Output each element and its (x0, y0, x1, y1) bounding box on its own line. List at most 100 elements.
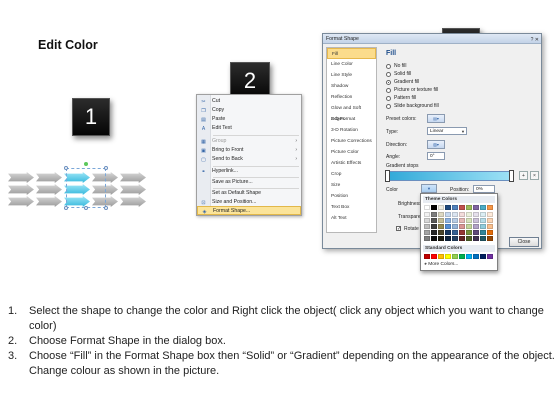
theme-color-swatch[interactable] (438, 205, 444, 210)
menu-item-save-as-picture[interactable]: Save as Picture... (197, 178, 301, 187)
theme-shade-swatch[interactable] (466, 218, 472, 223)
radio-button[interactable] (386, 103, 391, 109)
radio-button[interactable] (386, 95, 391, 101)
theme-color-swatch[interactable] (445, 205, 451, 210)
theme-shade-swatch[interactable] (452, 218, 458, 223)
nav-item-text-box[interactable]: Text Box (327, 202, 376, 213)
gradient-stops-bar[interactable] (385, 171, 513, 181)
nav-item-alt-text[interactable]: Alt Text (327, 213, 376, 224)
theme-shade-swatch[interactable] (487, 212, 493, 217)
direction-button[interactable]: ▨▾ (427, 140, 445, 149)
theme-color-swatch[interactable] (452, 205, 458, 210)
standard-color-swatch[interactable] (466, 254, 472, 259)
nav-item-size[interactable]: Size (327, 180, 376, 191)
gradient-stop-handle[interactable] (385, 170, 390, 182)
nav-item-3d-format[interactable]: 3-D Format (327, 114, 376, 125)
theme-shade-swatch[interactable] (487, 236, 493, 241)
radio-button[interactable] (386, 71, 391, 77)
standard-color-swatch[interactable] (424, 254, 430, 259)
theme-shade-swatch[interactable] (438, 212, 444, 217)
theme-shade-swatch[interactable] (452, 236, 458, 241)
nav-item-line-style[interactable]: Line Style (327, 70, 376, 81)
resize-handle[interactable] (64, 206, 68, 210)
gradient-stop-handle[interactable] (509, 170, 514, 182)
menu-item-copy[interactable]: ❐ Copy (197, 106, 301, 115)
theme-shade-swatch[interactable] (466, 230, 472, 235)
arrow-shape[interactable] (120, 172, 146, 183)
theme-shade-swatch[interactable] (445, 212, 451, 217)
theme-shade-swatch[interactable] (473, 224, 479, 229)
theme-shade-swatch[interactable] (431, 236, 437, 241)
menu-item-group[interactable]: ▦ Group › (197, 137, 301, 146)
dialog-window-controls[interactable]: ? ✕ (531, 35, 539, 45)
theme-shade-swatch[interactable] (480, 230, 486, 235)
nav-item-artistic-effects[interactable]: Artistic Effects (327, 158, 376, 169)
theme-shade-swatch[interactable] (445, 218, 451, 223)
theme-shade-swatch[interactable] (480, 224, 486, 229)
theme-shade-swatch[interactable] (445, 230, 451, 235)
nav-item-fill[interactable]: Fill (327, 48, 376, 59)
radio-no-fill[interactable]: No fill (386, 63, 407, 69)
arrow-shape[interactable] (8, 172, 34, 183)
theme-shade-swatch[interactable] (473, 212, 479, 217)
arrow-shapes-group[interactable] (8, 162, 148, 210)
theme-shade-swatch[interactable] (452, 212, 458, 217)
resize-handle[interactable] (104, 166, 108, 170)
resize-handle[interactable] (104, 206, 108, 210)
theme-shade-swatch[interactable] (424, 230, 430, 235)
radio-picture-fill[interactable]: Picture or texture fill (386, 87, 438, 93)
theme-shade-swatch[interactable] (431, 224, 437, 229)
theme-shade-swatch[interactable] (452, 230, 458, 235)
radio-slide-background-fill[interactable]: Slide background fill (386, 103, 439, 109)
standard-color-swatch[interactable] (452, 254, 458, 259)
angle-input[interactable]: 0° (427, 152, 445, 160)
theme-shade-swatch[interactable] (466, 236, 472, 241)
theme-shade-swatch[interactable] (459, 230, 465, 235)
theme-shade-swatch[interactable] (480, 218, 486, 223)
radio-solid-fill[interactable]: Solid fill (386, 71, 411, 77)
nav-item-picture-color[interactable]: Picture Color (327, 147, 376, 158)
radio-pattern-fill[interactable]: Pattern fill (386, 95, 416, 101)
standard-color-swatch[interactable] (445, 254, 451, 259)
arrow-shape[interactable] (8, 196, 34, 207)
theme-shade-swatch[interactable] (431, 230, 437, 235)
nav-item-line-color[interactable]: Line Color (327, 59, 376, 70)
theme-color-swatch[interactable] (487, 205, 493, 210)
theme-shade-swatch[interactable] (445, 236, 451, 241)
nav-item-shadow[interactable]: Shadow (327, 81, 376, 92)
type-dropdown[interactable]: Linear ▼ (427, 127, 467, 135)
theme-shade-swatch[interactable] (424, 224, 430, 229)
resize-handle[interactable] (84, 206, 88, 210)
theme-shade-swatch[interactable] (438, 236, 444, 241)
radio-button[interactable] (386, 63, 391, 69)
theme-shade-swatch[interactable] (473, 218, 479, 223)
remove-stop-icon[interactable]: × (530, 171, 539, 180)
theme-shade-swatch[interactable] (473, 230, 479, 235)
theme-shade-swatch[interactable] (459, 212, 465, 217)
standard-color-swatch[interactable] (438, 254, 444, 259)
theme-color-swatch[interactable] (466, 205, 472, 210)
theme-shade-swatch[interactable] (445, 224, 451, 229)
standard-color-swatch[interactable] (473, 254, 479, 259)
theme-shade-swatch[interactable] (466, 224, 472, 229)
theme-color-swatch[interactable] (473, 205, 479, 210)
standard-color-swatch[interactable] (431, 254, 437, 259)
arrow-shape[interactable] (36, 184, 62, 195)
radio-button-selected[interactable] (386, 79, 391, 85)
menu-item-hyperlink[interactable]: ⚭ Hyperlink... (197, 167, 301, 176)
theme-shade-swatch[interactable] (487, 218, 493, 223)
theme-shade-swatch[interactable] (473, 236, 479, 241)
standard-color-swatch[interactable] (459, 254, 465, 259)
theme-color-swatch[interactable] (431, 205, 437, 210)
preset-colors-button[interactable]: ▤▾ (427, 114, 445, 123)
close-button[interactable]: Close (509, 237, 539, 247)
theme-shade-swatch[interactable] (487, 230, 493, 235)
theme-shade-swatch[interactable] (480, 236, 486, 241)
rotation-handle[interactable] (84, 162, 88, 166)
resize-handle[interactable] (64, 166, 68, 170)
menu-item-paste[interactable]: ▤ Paste (197, 115, 301, 124)
theme-shade-swatch[interactable] (452, 224, 458, 229)
theme-shade-swatch[interactable] (480, 212, 486, 217)
theme-shade-swatch[interactable] (459, 218, 465, 223)
radio-button[interactable] (386, 87, 391, 93)
